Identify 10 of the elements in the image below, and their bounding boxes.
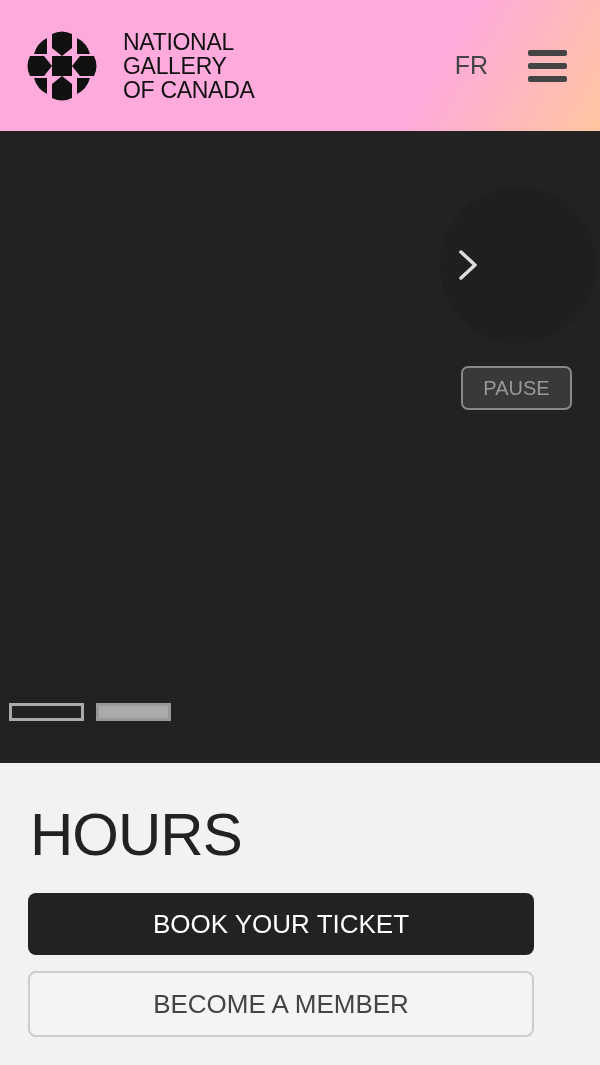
book-ticket-button[interactable]: BOOK YOUR TICKET xyxy=(28,893,534,955)
section-heading: HOURS xyxy=(30,801,243,869)
pause-button[interactable]: PAUSE xyxy=(461,366,572,410)
menu-icon[interactable] xyxy=(528,49,567,82)
language-link[interactable]: FR xyxy=(454,51,488,80)
logo-icon xyxy=(26,29,98,102)
chevron-right-icon xyxy=(458,249,478,281)
slide-indicator[interactable] xyxy=(9,703,84,721)
logo-text[interactable]: NATIONAL GALLERY OF CANADA xyxy=(123,29,255,102)
membership-button[interactable]: BECOME A MEMBER xyxy=(28,971,534,1037)
